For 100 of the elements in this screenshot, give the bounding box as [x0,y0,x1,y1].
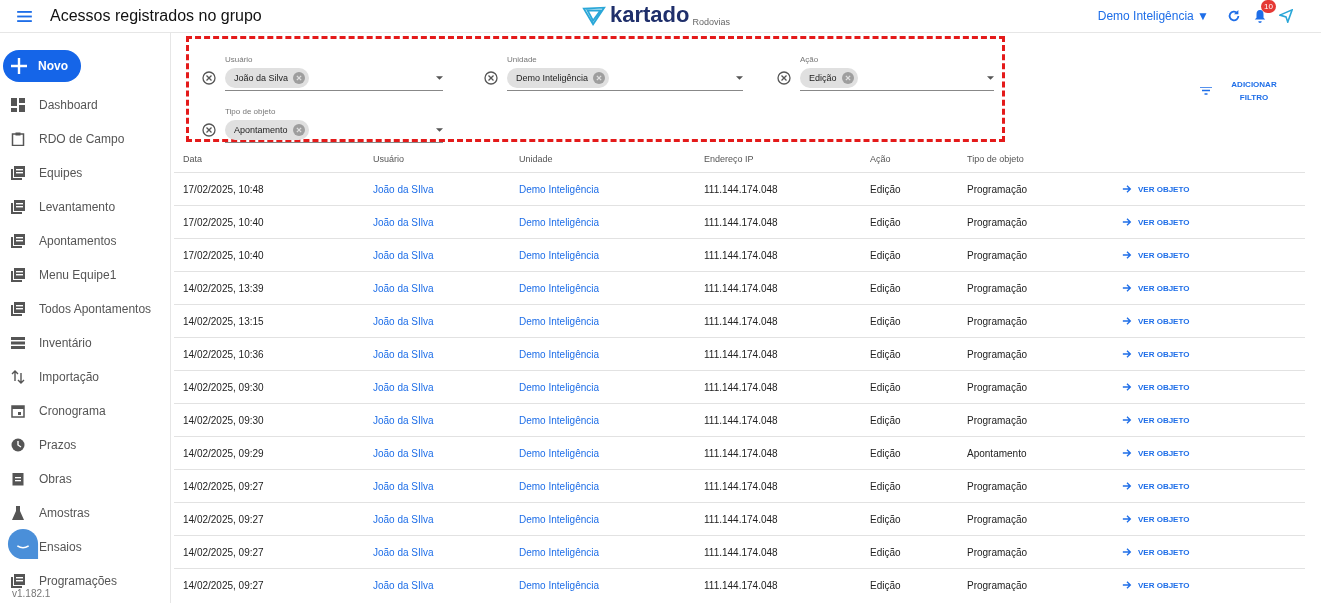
clear-icon[interactable] [777,71,791,85]
bell-icon[interactable] [1253,9,1267,23]
clear-icon[interactable] [202,123,216,137]
table-cell[interactable]: Demo Inteligência [510,172,695,206]
logo-icon [582,5,606,27]
table-cell[interactable]: Demo Inteligência [510,568,695,601]
view-object-button[interactable]: VER OBJETO [1122,283,1190,293]
table-cell: 111.144.174.048 [695,502,861,536]
sidebar-item[interactable]: Todos Apontamentos [0,299,152,319]
table-cell[interactable]: João da SIlva [364,205,510,239]
table-cell[interactable]: Demo Inteligência [510,238,695,272]
arrow-right-icon [1122,481,1132,491]
table-cell: Programação [958,205,1113,239]
rows-icon [11,336,25,350]
column-header: Usuário [364,145,510,173]
arrow-right-icon [1122,547,1132,557]
table-cell: Edição [861,271,958,305]
table-cell: 111.144.174.048 [695,535,861,569]
table-cell[interactable]: João da SIlva [364,304,510,338]
table-cell: Edição [861,172,958,206]
table-cell: Apontamento [958,436,1113,470]
view-object-button[interactable]: VER OBJETO [1122,250,1190,260]
table-cell[interactable]: Demo Inteligência [510,502,695,536]
sidebar-item[interactable]: Cronograma [0,401,106,421]
table-cell[interactable]: João da SIlva [364,172,510,206]
table-cell: 111.144.174.048 [695,271,861,305]
sidebar-item[interactable]: RDO de Campo [0,129,125,149]
table-cell[interactable]: João da SIlva [364,436,510,470]
view-object-button[interactable]: VER OBJETO [1122,349,1190,359]
view-object-button[interactable]: VER OBJETO [1122,481,1190,491]
view-object-button[interactable]: VER OBJETO [1122,448,1190,458]
table-cell[interactable]: Demo Inteligência [510,403,695,437]
table-cell[interactable]: Demo Inteligência [510,370,695,404]
table-cell[interactable]: João da SIlva [364,271,510,305]
sidebar-item[interactable]: Importação [0,367,100,387]
sidebar-item[interactable]: Obras [0,469,72,489]
filter-select[interactable]: Unidade Demo Inteligência [507,55,743,91]
new-button[interactable]: Novo [3,50,81,82]
table-cell: Programação [958,535,1113,569]
sidebar-item[interactable]: Levantamento [0,197,116,217]
view-object-button[interactable]: VER OBJETO [1122,184,1190,194]
table-cell[interactable]: João da SIlva [364,535,510,569]
dropdown-icon [436,128,443,132]
sidebar-item[interactable]: Prazos [0,435,77,455]
menu-icon[interactable] [17,10,32,22]
table-cell[interactable]: Demo Inteligência [510,469,695,503]
arrow-right-icon [1122,349,1132,359]
filter-select[interactable]: Usuário João da Silva [225,55,443,91]
table-cell[interactable]: João da SIlva [364,370,510,404]
table-cell[interactable]: Demo Inteligência [510,337,695,371]
sidebar-item[interactable]: Inventário [0,333,92,353]
sidebar-item[interactable]: Apontamentos [0,231,117,251]
dropdown-icon [987,76,994,80]
filter-select[interactable]: Tipo de objeto Apontamento [225,107,443,143]
table-cell[interactable]: Demo Inteligência [510,535,695,569]
company-selector[interactable]: Demo Inteligência ▼ [1097,9,1209,23]
view-object-button[interactable]: VER OBJETO [1122,217,1190,227]
table-cell: 111.144.174.048 [695,304,861,338]
send-icon[interactable] [1279,9,1293,23]
list-icon [11,574,25,588]
filter-select[interactable]: Ação Edição [800,55,994,91]
add-filter-button[interactable]: ADICIONAR FILTRO [1200,78,1284,104]
filter-chip: João da Silva [225,68,310,88]
view-object-button[interactable]: VER OBJETO [1122,547,1190,557]
chat-bubble-icon[interactable] [7,528,39,560]
clear-icon[interactable] [484,71,498,85]
table-cell: Programação [958,403,1113,437]
table-cell[interactable]: Demo Inteligência [510,205,695,239]
table-cell[interactable]: Demo Inteligência [510,304,695,338]
sidebar-item[interactable]: Amostras [0,503,90,523]
table-cell[interactable]: João da SIlva [364,337,510,371]
view-object-button[interactable]: VER OBJETO [1122,382,1190,392]
sidebar-item[interactable]: Ensaios [0,537,82,557]
arrow-right-icon [1122,382,1132,392]
sidebar-item[interactable]: Dashboard [0,95,98,115]
table-cell[interactable]: João da SIlva [364,568,510,601]
notification-badge: 10 [1261,0,1276,13]
arrow-right-icon [1122,580,1132,590]
dashboard-icon [11,98,25,112]
table-cell[interactable]: João da SIlva [364,403,510,437]
page-title: Acessos registrados no grupo [50,7,262,25]
sidebar-item[interactable]: Menu Equipe1 [0,265,117,285]
table-cell: Programação [958,469,1113,503]
logo-wordmark: kartado [610,3,690,27]
refresh-icon[interactable] [1227,9,1241,23]
table-cell: Edição [861,304,958,338]
arrow-right-icon [1122,316,1132,326]
view-object-button[interactable]: VER OBJETO [1122,415,1190,425]
filter-chip: Apontamento [225,120,309,140]
table-cell[interactable]: João da SIlva [364,469,510,503]
view-object-button[interactable]: VER OBJETO [1122,580,1190,590]
arrow-right-icon [1122,184,1132,194]
view-object-button[interactable]: VER OBJETO [1122,316,1190,326]
table-cell[interactable]: Demo Inteligência [510,271,695,305]
table-cell[interactable]: João da SIlva [364,502,510,536]
clear-icon[interactable] [202,71,216,85]
table-cell[interactable]: João da SIlva [364,238,510,272]
view-object-button[interactable]: VER OBJETO [1122,514,1190,524]
table-cell[interactable]: Demo Inteligência [510,436,695,470]
sidebar-item[interactable]: Equipes [0,163,83,183]
